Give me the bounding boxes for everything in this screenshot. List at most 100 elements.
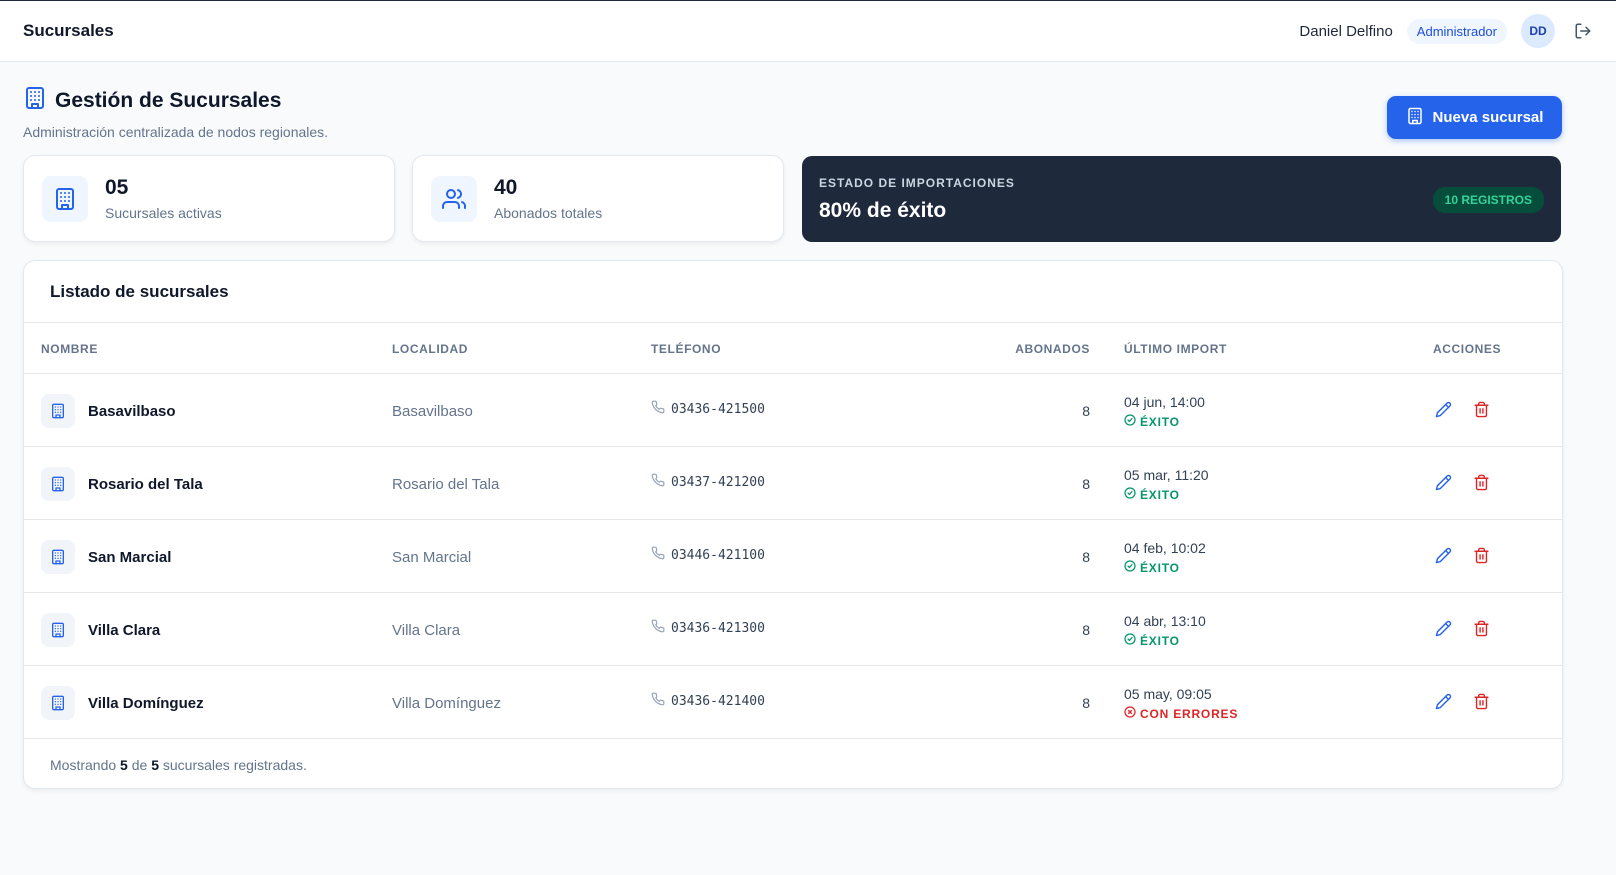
phone-icon <box>651 473 665 492</box>
building-icon <box>41 394 75 428</box>
branch-locality: Rosario del Tala <box>392 476 500 493</box>
x-circle-icon <box>1124 706 1136 721</box>
table-title: Listado de sucursales <box>24 261 1562 323</box>
branch-last-import: 04 feb, 10:02 ÉXITO <box>1124 540 1206 575</box>
row-actions <box>1434 546 1490 564</box>
check-circle-icon <box>1124 487 1136 502</box>
branch-subscribers: 8 <box>1082 695 1090 711</box>
building-icon <box>42 175 88 222</box>
stat-card-branches: 05 Sucursales activas <box>23 155 395 242</box>
table-row[interactable]: Villa Domínguez Villa Domínguez 03436-42… <box>24 666 1562 739</box>
footer-shown-count: 5 <box>120 757 128 773</box>
import-status: ÉXITO <box>1124 414 1205 429</box>
edit-icon[interactable] <box>1434 619 1452 637</box>
role-badge: Administrador <box>1406 18 1507 44</box>
row-actions <box>1434 619 1490 637</box>
import-status: ÉXITO <box>1124 560 1206 575</box>
phone-number: 03436-421500 <box>671 402 765 417</box>
new-branch-button[interactable]: Nueva sucursal <box>1387 96 1562 139</box>
building-icon <box>41 686 75 720</box>
branch-last-import: 04 abr, 13:10 ÉXITO <box>1124 613 1206 648</box>
import-date: 05 mar, 11:20 <box>1124 467 1209 483</box>
column-header-name: NOMBRE <box>41 342 98 356</box>
import-status-label: ÉXITO <box>1140 560 1180 575</box>
delete-icon[interactable] <box>1472 692 1490 710</box>
column-header-actions: ACCIONES <box>1433 342 1502 356</box>
import-date: 04 jun, 14:00 <box>1124 394 1205 410</box>
footer-total-count: 5 <box>151 757 159 773</box>
check-circle-icon <box>1124 560 1136 575</box>
footer-suffix: sucursales registradas. <box>162 757 307 773</box>
stat-label: Sucursales activas <box>105 205 222 221</box>
records-badge: 10 REGISTROS <box>1432 187 1544 213</box>
row-actions <box>1434 473 1490 491</box>
branch-last-import: 04 jun, 14:00 ÉXITO <box>1124 394 1205 429</box>
branch-name: Villa Domínguez <box>88 695 204 712</box>
phone-number: 03446-421100 <box>671 548 765 563</box>
branch-subscribers: 8 <box>1082 403 1090 419</box>
branch-locality: Basavilbaso <box>392 403 473 420</box>
branch-name: Basavilbaso <box>88 403 176 420</box>
phone-number: 03437-421200 <box>671 475 765 490</box>
delete-icon[interactable] <box>1472 473 1490 491</box>
logout-icon[interactable] <box>1573 21 1593 41</box>
phone-number: 03436-421400 <box>671 694 765 709</box>
check-circle-icon <box>1124 633 1136 648</box>
table-row[interactable]: Rosario del Tala Rosario del Tala 03437-… <box>24 447 1562 520</box>
stat-card-subscribers: 40 Abonados totales <box>412 155 784 242</box>
branch-subscribers: 8 <box>1082 622 1090 638</box>
edit-icon[interactable] <box>1434 473 1452 491</box>
delete-icon[interactable] <box>1472 619 1490 637</box>
import-date: 04 abr, 13:10 <box>1124 613 1206 629</box>
building-icon <box>41 540 75 574</box>
import-status: ÉXITO <box>1124 487 1209 502</box>
branch-locality: San Marcial <box>392 549 472 566</box>
branch-locality: Villa Clara <box>392 622 461 639</box>
row-actions <box>1434 692 1490 710</box>
building-icon <box>41 467 75 501</box>
row-actions <box>1434 400 1490 418</box>
building-icon <box>23 86 47 115</box>
table-row[interactable]: Basavilbaso Basavilbaso 03436-421500 8 0… <box>24 374 1562 447</box>
phone-icon <box>651 619 665 638</box>
branch-phone: 03446-421100 <box>651 546 765 565</box>
edit-icon[interactable] <box>1434 692 1452 710</box>
branch-locality: Villa Domínguez <box>392 695 501 712</box>
app-title: Sucursales <box>23 21 114 40</box>
branch-name: San Marcial <box>88 549 172 566</box>
page-header: Gestión de Sucursales Administración cen… <box>23 86 328 140</box>
table-row[interactable]: Villa Clara Villa Clara 03436-421300 8 0… <box>24 593 1562 666</box>
branch-phone: 03437-421200 <box>651 473 765 492</box>
edit-icon[interactable] <box>1434 400 1452 418</box>
stat-value: 40 <box>494 176 518 199</box>
import-status: CON ERRORES <box>1124 706 1238 721</box>
import-date: 04 feb, 10:02 <box>1124 540 1206 556</box>
avatar[interactable]: DD <box>1521 14 1555 48</box>
table-footer: Mostrando 5 de 5 sucursales registradas. <box>50 757 307 773</box>
page-title: Gestión de Sucursales <box>55 88 282 112</box>
import-caption: ESTADO DE IMPORTACIONES <box>819 176 1015 190</box>
column-header-subscribers: ABONADOS <box>1015 342 1090 356</box>
import-status-label: ÉXITO <box>1140 414 1180 429</box>
stat-value: 05 <box>105 176 129 199</box>
stat-label: Abonados totales <box>494 205 603 221</box>
edit-icon[interactable] <box>1434 546 1452 564</box>
branch-phone: 03436-421300 <box>651 619 765 638</box>
column-header-locality: LOCALIDAD <box>392 342 469 356</box>
table-row[interactable]: San Marcial San Marcial 03446-421100 8 0… <box>24 520 1562 593</box>
footer-prefix: Mostrando <box>50 757 117 773</box>
delete-icon[interactable] <box>1472 546 1490 564</box>
top-bar: Sucursales Daniel Delfino Administrador … <box>0 0 1616 62</box>
branch-name: Rosario del Tala <box>88 476 203 493</box>
delete-icon[interactable] <box>1472 400 1490 418</box>
building-icon <box>1406 107 1424 129</box>
phone-icon <box>651 546 665 565</box>
building-icon <box>41 613 75 647</box>
import-status-card: ESTADO DE IMPORTACIONES 80% de éxito 10 … <box>802 156 1561 242</box>
table-body: Basavilbaso Basavilbaso 03436-421500 8 0… <box>24 374 1562 739</box>
import-status: ÉXITO <box>1124 633 1206 648</box>
branch-last-import: 05 may, 09:05 CON ERRORES <box>1124 686 1238 721</box>
branch-subscribers: 8 <box>1082 476 1090 492</box>
footer-middle: de <box>131 757 148 773</box>
phone-icon <box>651 692 665 711</box>
